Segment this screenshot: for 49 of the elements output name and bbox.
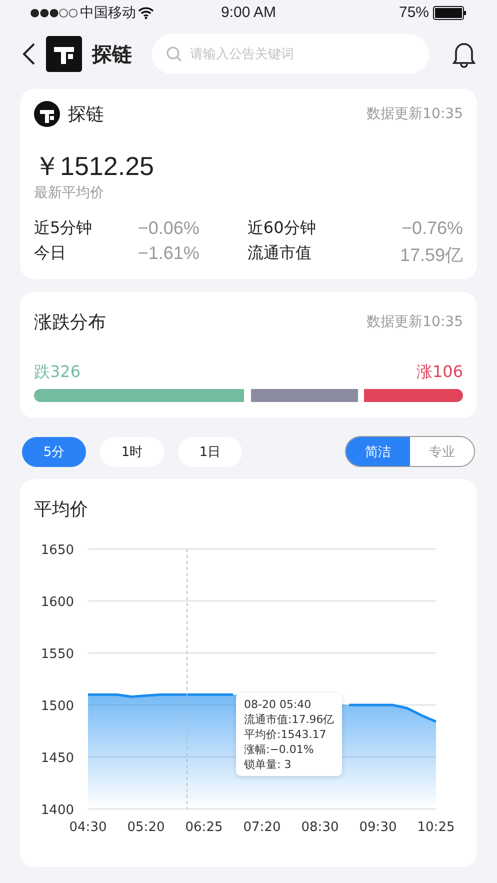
update-time: 数据更新10:35 [366,313,463,331]
x-axis-label: 06:25 [185,820,223,835]
search-field[interactable]: 请输入公告关键词 [152,34,429,74]
mode-tab[interactable]: 专业 [410,437,474,466]
x-axis-label: 05:20 [127,820,165,835]
price-label: 最新平均价 [34,184,105,202]
x-axis-label: 10:25 [417,820,455,835]
x-axis-label: 08:30 [301,820,339,835]
y-axis-label: 1500 [40,699,74,714]
stat-value: −1.61% [136,243,200,265]
rising-count: 涨106 [416,362,463,383]
carrier-name: 中国移动 [80,4,136,22]
back-icon[interactable] [22,42,36,66]
signal-strength: ●●●○○ [30,6,78,19]
period-tab[interactable]: 5分 [22,436,86,466]
stat-value: −0.76% [400,218,463,239]
battery-percent: 75% [398,4,430,21]
brand-name: 探链 [92,40,132,68]
stat-label: 近5分钟 [34,218,92,239]
x-axis-label: 04:30 [69,820,107,835]
stat-label: 流通市值 [247,243,312,264]
period-tab[interactable]: 1时 [100,436,164,466]
falling-count: 跌326 [34,362,81,383]
average-price: ￥1512.25 [34,150,155,183]
coin-logo-icon [34,101,60,127]
battery-icon [433,6,468,20]
section-title: 涨跌分布 [34,311,106,334]
update-time: 数据更新10:35 [366,105,463,123]
chart-title: 平均价 [34,498,89,521]
stat-value: 17.59亿 [398,244,463,267]
y-axis-label: 1400 [40,803,74,818]
mode-tab[interactable]: 简洁 [346,437,410,466]
y-axis-label: 1650 [40,543,74,558]
app-logo [46,36,82,72]
status-time: 9:00 AM [220,4,278,21]
x-axis-label: 09:30 [359,820,397,835]
bell-icon[interactable] [451,40,477,68]
search-icon [166,46,182,62]
chart-tooltip: 08-20 05:40 流通市值:17.96亿 平均价:1543.17 涨幅:−0.01% 锁单量: 3 [236,693,342,776]
coin-name: 探链 [68,103,104,126]
period-tab[interactable]: 1日 [178,436,242,466]
stat-value: −0.06% [136,218,200,239]
y-axis-label: 1600 [40,595,74,610]
x-axis-label: 07:20 [243,820,281,835]
wifi-icon [138,6,154,18]
stat-label: 近60分钟 [247,218,316,239]
y-axis-label: 1450 [40,751,74,766]
stat-label: 今日 [34,243,67,264]
y-axis-label: 1550 [40,647,74,662]
